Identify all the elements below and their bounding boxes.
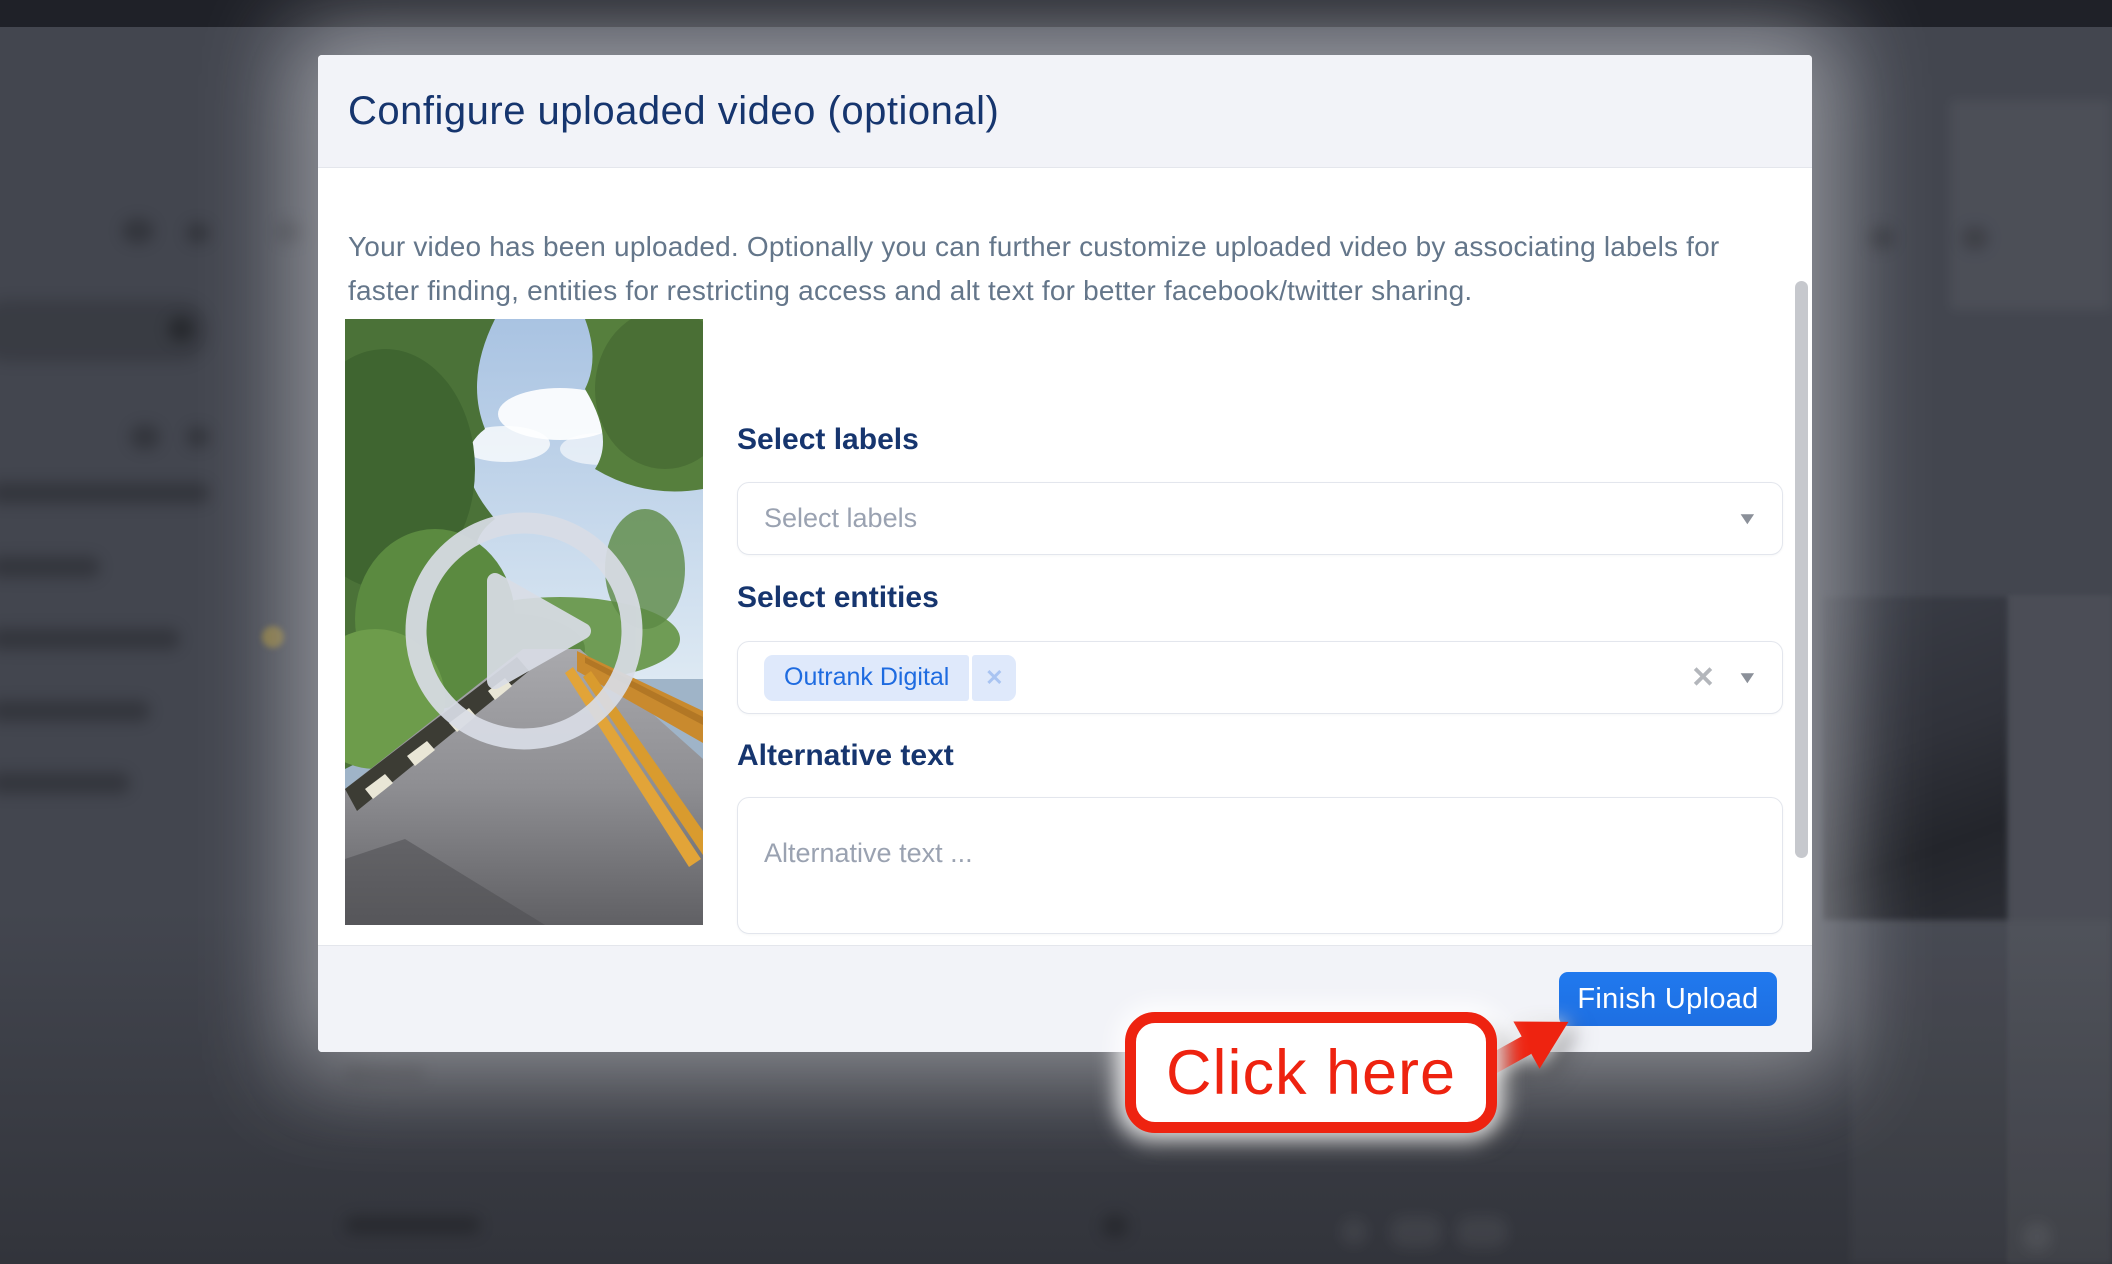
background-topbar — [0, 0, 2112, 27]
modal-header: Configure uploaded video (optional) — [318, 55, 1812, 168]
entity-chip: Outrank Digital — [764, 655, 969, 701]
background-video-thumbnail — [1823, 597, 2007, 920]
background-player-control — [2022, 1222, 2052, 1252]
background-searchbar — [0, 300, 208, 362]
background-icon-blob — [122, 218, 154, 244]
chevron-down-icon: ▼ — [1736, 668, 1759, 688]
background-right-strip — [1950, 100, 2112, 310]
background-icon-blob — [276, 220, 304, 244]
labels-select[interactable]: Select labels ▼ — [737, 482, 1783, 555]
labels-field-label: Select labels — [737, 423, 919, 457]
click-here-label: Click here — [1166, 1037, 1456, 1109]
background-player-control — [1390, 1216, 1442, 1248]
entities-field-label: Select entities — [737, 581, 939, 615]
alt-text-input[interactable]: Alternative text ... — [737, 797, 1783, 934]
background-text-row — [345, 1062, 425, 1080]
background-sidebar-row — [0, 628, 180, 650]
background-player-control — [1340, 1218, 1368, 1246]
background-player-control — [1456, 1216, 1508, 1248]
background-icon-blob — [1962, 226, 1988, 250]
background-status-dot — [262, 626, 284, 648]
clear-selection-icon[interactable]: ✕ — [1691, 660, 1715, 695]
video-preview[interactable] — [345, 319, 703, 925]
background-sidebar-row — [0, 772, 130, 794]
background-text-row — [345, 1216, 480, 1234]
labels-placeholder: Select labels — [764, 503, 917, 534]
modal-description: Your video has been uploaded. Optionally… — [348, 225, 1768, 313]
chip-remove-icon[interactable]: ✕ — [972, 655, 1016, 701]
configure-video-modal: Configure uploaded video (optional) Your… — [318, 55, 1812, 1052]
video-preview-art — [345, 319, 703, 925]
background-sidebar-row — [0, 556, 100, 578]
background-icon-blob — [186, 426, 210, 448]
click-here-callout: Click here — [1125, 1012, 1497, 1133]
alt-text-placeholder: Alternative text ... — [764, 838, 973, 868]
background-sidebar-row — [0, 482, 210, 504]
background-icon-blob — [1868, 226, 1894, 250]
screen: Configure uploaded video (optional) Your… — [0, 0, 2112, 1264]
background-icon-blob — [130, 424, 160, 450]
background-right-panel — [2007, 595, 2112, 1264]
background-sidebar-row — [0, 700, 150, 722]
chevron-down-icon: ▼ — [1736, 509, 1759, 529]
background-icon-blob — [186, 222, 210, 244]
background-video-card — [1850, 920, 2112, 1264]
alt-text-field-label: Alternative text — [737, 739, 954, 773]
entities-select[interactable]: Outrank Digital ✕ ✕ ▼ — [737, 641, 1783, 714]
modal-body: Your video has been uploaded. Optionally… — [318, 169, 1812, 945]
background-search-icon — [168, 316, 194, 342]
entity-chip-group: Outrank Digital ✕ — [764, 655, 1016, 701]
modal-title: Configure uploaded video (optional) — [348, 89, 999, 134]
modal-scrollbar-thumb[interactable] — [1795, 281, 1808, 858]
background-icon-blob — [1102, 1214, 1128, 1238]
